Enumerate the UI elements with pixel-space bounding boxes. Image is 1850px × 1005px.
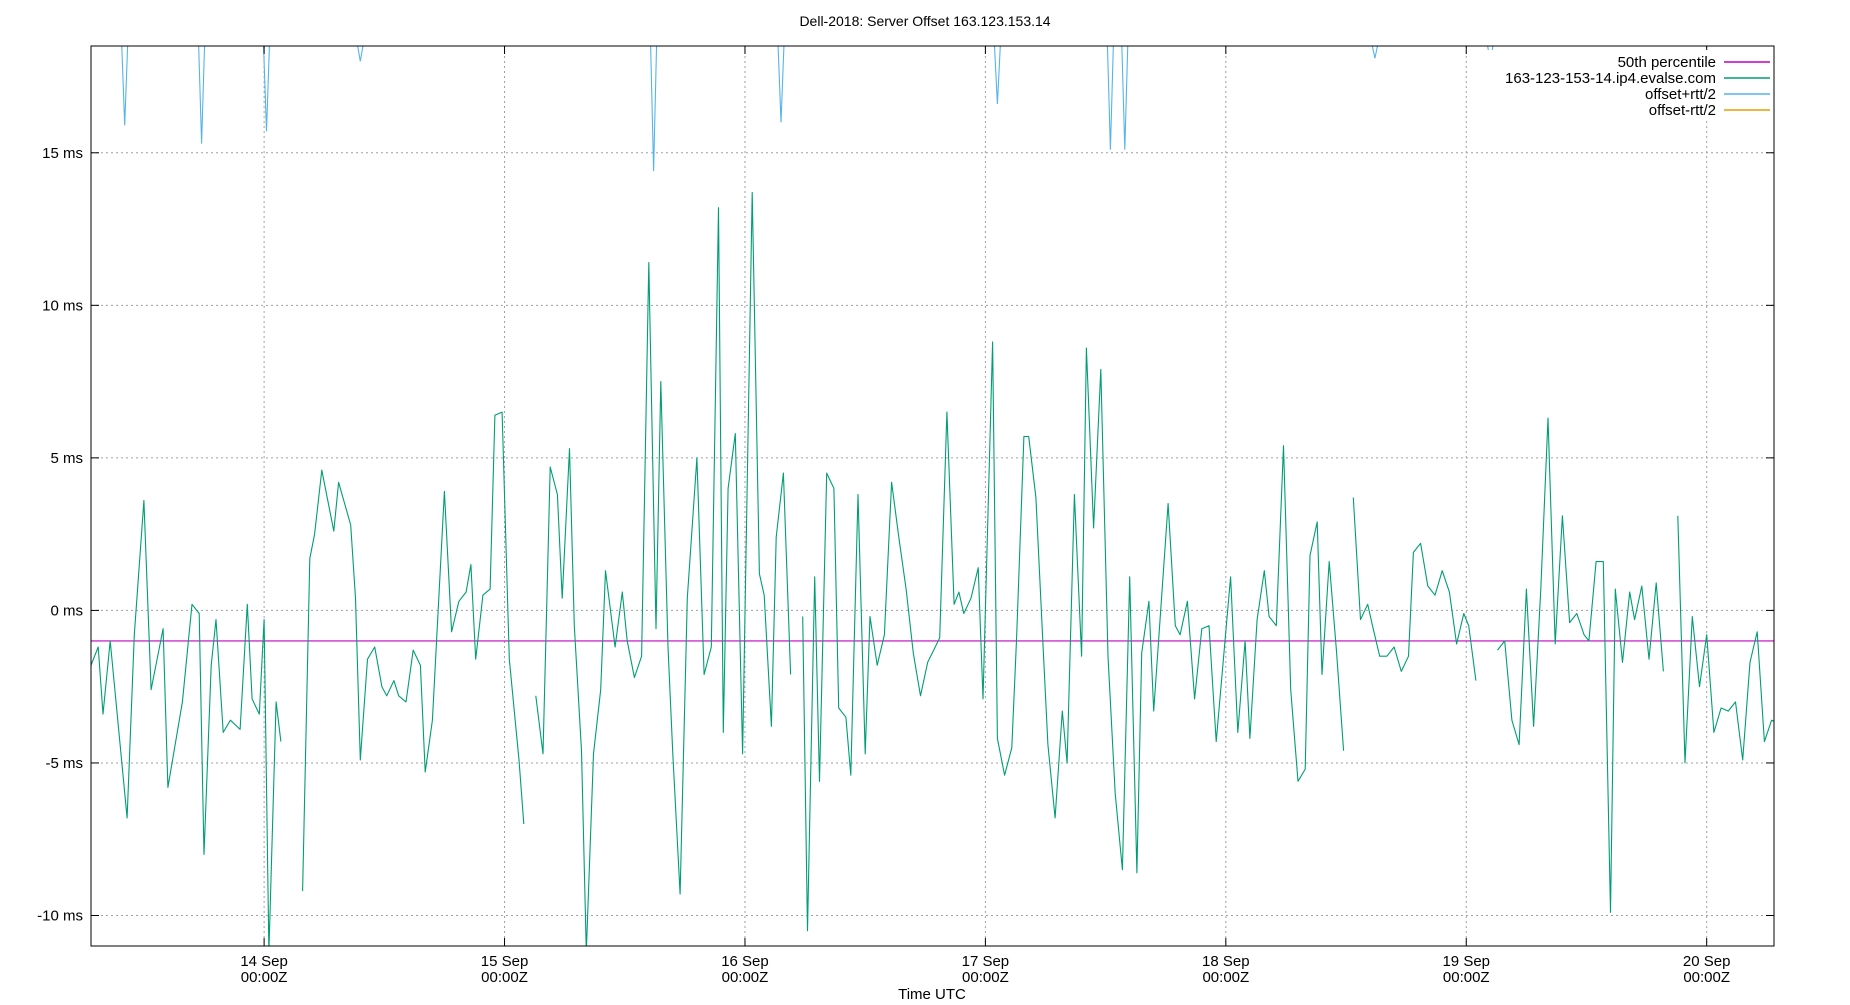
y-tick-label: 10 ms (42, 297, 83, 314)
series-line-segment (802, 341, 1345, 932)
legend-label: offset-rtt/2 (1649, 102, 1716, 119)
chart-root: Dell-2018: Server Offset 163.123.153.14 … (0, 0, 1850, 1003)
y-tick-label: -10 ms (37, 907, 83, 924)
y-tick-label: 15 ms (42, 145, 83, 162)
tick-layer: 15 ms10 ms5 ms0 ms-5 ms-10 ms14 Sep00:00… (37, 46, 1774, 986)
x-tick-label: 17 Sep (962, 953, 1010, 970)
series-line-segment (91, 500, 282, 946)
series-spike (198, 46, 206, 144)
series-1 (91, 191, 1774, 946)
x-tick-sublabel: 00:00Z (1202, 969, 1249, 986)
x-tick-label: 19 Sep (1442, 953, 1490, 970)
x-tick-label: 18 Sep (1202, 953, 1250, 970)
series-spike (121, 46, 129, 126)
x-tick-label: 16 Sep (721, 953, 769, 970)
series-spike (993, 46, 1001, 105)
grid-layer (91, 46, 1774, 946)
x-tick-sublabel: 00:00Z (241, 969, 288, 986)
series-spike (777, 46, 785, 123)
series-spike (1106, 46, 1114, 150)
legend-label: 50th percentile (1618, 54, 1716, 71)
series-2 (121, 46, 1494, 172)
legend-label: offset+rtt/2 (1645, 86, 1716, 103)
x-axis-label: Time UTC (898, 986, 966, 1000)
legend: 50th percentile163-123-153-14.ip4.evalse… (1469, 50, 1770, 120)
series-spike (650, 46, 658, 172)
series-line-segment (302, 411, 525, 892)
y-tick-label: 0 ms (50, 602, 83, 619)
series-layer (91, 46, 1774, 946)
series-line-segment (535, 191, 792, 946)
series-spike (1121, 46, 1129, 150)
x-tick-sublabel: 00:00Z (1443, 969, 1490, 986)
series-line-segment (1677, 515, 1774, 764)
legend-label: 163-123-153-14.ip4.evalse.com (1505, 70, 1716, 87)
x-tick-sublabel: 00:00Z (722, 969, 769, 986)
chart-svg: Dell-2018: Server Offset 163.123.153.14 … (37, 13, 1775, 1003)
series-line-segment (1497, 417, 1664, 913)
x-tick-label: 20 Sep (1683, 953, 1731, 970)
series-line-segment (1352, 497, 1477, 681)
x-tick-label: 15 Sep (481, 953, 529, 970)
x-tick-sublabel: 00:00Z (1683, 969, 1730, 986)
x-tick-sublabel: 00:00Z (962, 969, 1009, 986)
y-tick-label: 5 ms (50, 450, 83, 467)
x-tick-sublabel: 00:00Z (481, 969, 528, 986)
plot-frame (90, 45, 1775, 947)
x-tick-label: 14 Sep (240, 953, 288, 970)
y-tick-label: -5 ms (46, 755, 84, 772)
chart-title: Dell-2018: Server Offset 163.123.153.14 (799, 13, 1050, 29)
series-spike (357, 46, 364, 62)
